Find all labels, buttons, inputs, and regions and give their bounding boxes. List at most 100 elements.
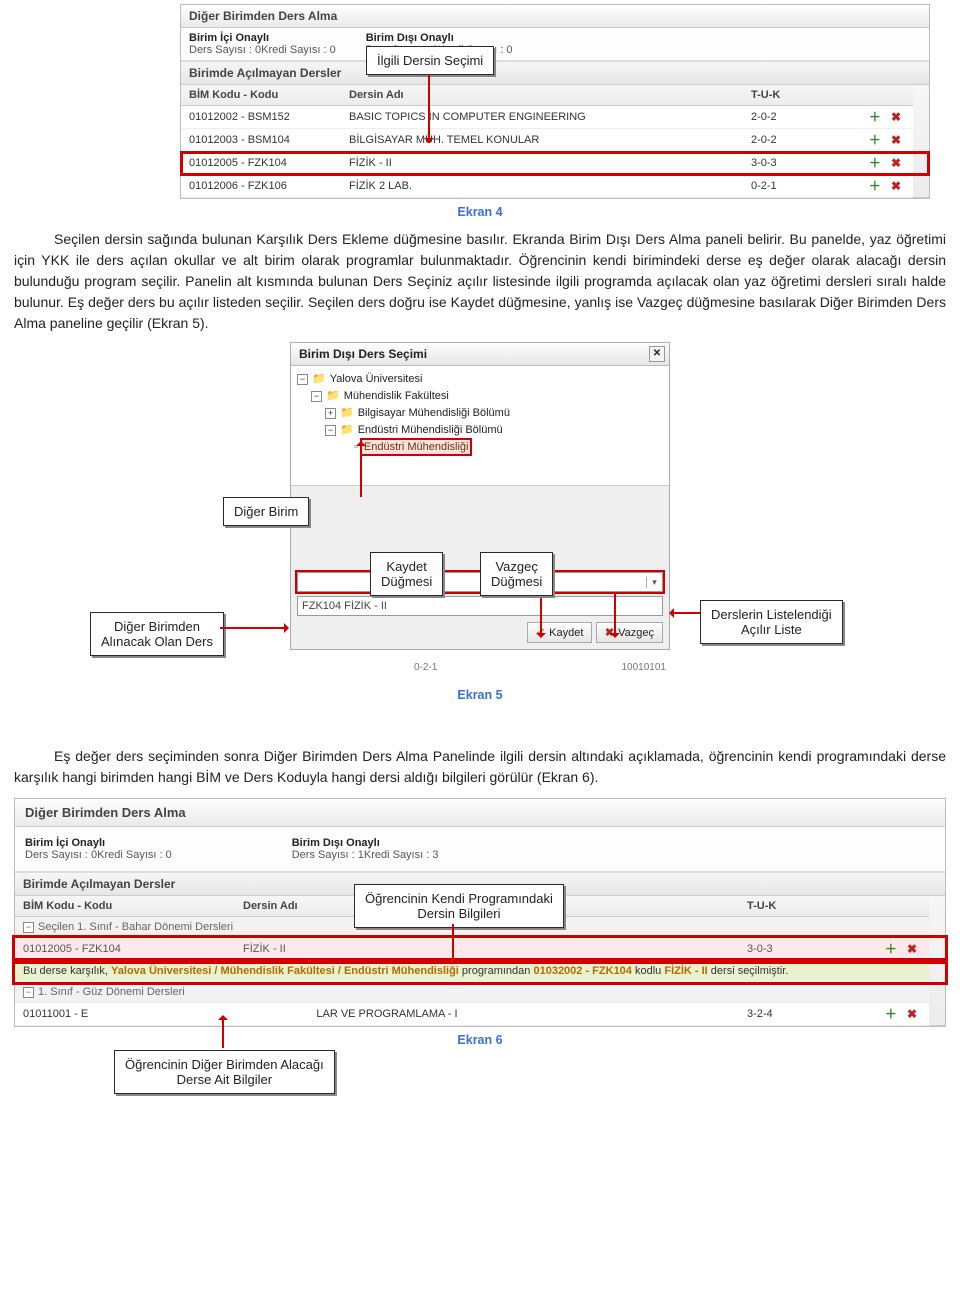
add-icon[interactable]: ＋ [868, 133, 882, 147]
callout-vazgec: Vazgeç Düğmesi [480, 552, 553, 596]
info-course: FİZİK - II [664, 965, 707, 977]
approval-bar: Birim İçi Onaylı Ders Sayısı : 0Kredi Sa… [15, 827, 945, 872]
tree-collapse-icon[interactable]: − [311, 391, 322, 402]
caption-ekran5: Ekran 5 [0, 688, 960, 702]
in-approval-detail: Ders Sayısı : 0Kredi Sayısı : 0 [189, 44, 336, 56]
callout-diger-birimden-ders: Diğer Birimden Alınacak Olan Ders [90, 612, 224, 656]
paragraph-2: Eş değer ders seçiminden sonra Diğer Bir… [14, 746, 946, 788]
cell-code: 01012006 - FZK106 [181, 175, 341, 198]
delete-icon[interactable]: ✖ [889, 156, 903, 170]
cell-code: 01012005 - FZK104 [15, 938, 235, 961]
course-table: BİM Kodu - Kodu Dersin Adı T-U-K 0101200… [181, 85, 929, 198]
chevron-down-icon[interactable]: ▾ [646, 577, 662, 588]
add-icon[interactable]: ＋ [884, 1007, 898, 1021]
table-row[interactable]: 01012002 - BSM152 BASIC TOPICS İN COMPUT… [181, 106, 929, 129]
add-icon[interactable]: ＋ [868, 110, 882, 124]
add-icon[interactable]: ＋ [868, 156, 882, 170]
add-icon[interactable]: ＋ [868, 179, 882, 193]
cell-name: LAR VE PROGRAMLAMA - I [316, 1008, 457, 1020]
cancel-label: Vazgeç [618, 627, 654, 639]
course-combo-value[interactable]: ▾ [297, 596, 663, 616]
table-header-row: BİM Kodu - Kodu Dersin Adı T-U-K [181, 85, 929, 106]
tree-expand-icon[interactable]: + [325, 408, 336, 419]
in-approval-label: Birim İçi Onaylı [189, 32, 269, 44]
cancel-button[interactable]: ✖Vazgeç [596, 622, 663, 643]
col-name: Dersin Adı [341, 85, 743, 106]
group-row[interactable]: −1. Sınıf - Güz Dönemi Dersleri [15, 982, 945, 1003]
combo-input-value[interactable] [298, 598, 646, 614]
table-row[interactable]: 01012006 - FZK106 FİZİK 2 LAB. 0-2-1 ＋ ✖ [181, 175, 929, 198]
cell-tuk: 2-0-2 [743, 106, 853, 129]
folder-icon: 📁 [326, 390, 340, 402]
dialog-title: Birim Dışı Ders Seçimi ✕ [291, 343, 669, 366]
dialog-birim-disi: Birim Dışı Ders Seçimi ✕ −📁Yalova Üniver… [290, 342, 670, 650]
cell-name: FİZİK 2 LAB. [341, 175, 743, 198]
delete-icon[interactable]: ✖ [889, 133, 903, 147]
tree-collapse-icon[interactable]: − [325, 425, 336, 436]
cell-name: BASIC TOPICS İN COMPUTER ENGINEERING [341, 106, 743, 129]
col-tuk: T-U-K [739, 896, 869, 917]
cell-code: 01012003 - BSM104 [181, 129, 341, 152]
cell-tuk: 3-0-3 [743, 152, 853, 175]
panel-title: Diğer Birimden Ders Alma [15, 799, 945, 827]
info-unit: Yalova Üniversitesi / Mühendislik Fakült… [111, 965, 459, 977]
cell-name: FİZİK - II [341, 152, 743, 175]
panel-title: Diğer Birimden Ders Alma [181, 5, 929, 28]
cell-tuk: 2-0-2 [743, 129, 853, 152]
col-code: BİM Kodu - Kodu [15, 896, 235, 917]
cell-tuk: 0-2-1 [743, 175, 853, 198]
delete-icon[interactable]: ✖ [889, 110, 903, 124]
tree-collapse-icon[interactable]: − [23, 922, 34, 933]
cell-code: 01011001 - E [15, 1003, 235, 1026]
cell-name: BİLGİSAYAR MÜH. TEMEL KONULAR [341, 129, 743, 152]
info-text: Bu derse karşılık, [23, 965, 111, 977]
group-label: 1. Sınıf - Güz Dönemi Dersleri [38, 986, 185, 998]
info-text: dersi seçilmiştir. [708, 965, 789, 977]
close-icon[interactable]: ✕ [649, 346, 665, 362]
combo-input[interactable] [298, 574, 646, 590]
table-row[interactable]: 01012003 - BSM104 BİLGİSAYAR MÜH. TEMEL … [181, 129, 929, 152]
info-text: programından [459, 965, 534, 977]
paragraph-1: Seçilen dersin sağında bulunan Karşılık … [14, 229, 946, 334]
callout-kendi-program: Öğrencinin Kendi Programındaki Dersin Bi… [354, 884, 564, 928]
add-icon[interactable]: ＋ [884, 942, 898, 956]
tree-node-selected[interactable]: Endüstri Mühendisliği [362, 440, 471, 454]
col-tuk: T-U-K [743, 85, 853, 106]
info-row: Bu derse karşılık, Yalova Üniversitesi /… [15, 961, 945, 982]
cell-tuk: 3-0-3 [739, 938, 869, 961]
cell-tuk: 3-2-4 [739, 1003, 869, 1026]
info-code: 01032002 - FZK104 [533, 965, 631, 977]
callout-listeleme: Derslerin Listelendiği Açılır Liste [700, 600, 843, 644]
table-row-selected[interactable]: 01012005 - FZK104 FİZİK - II 3-0-3 ＋ ✖ [15, 938, 945, 961]
out-approval-detail: Ders Sayısı : 1Kredi Sayısı : 3 [292, 849, 439, 861]
cell-name: FİZİK - II [235, 938, 739, 961]
delete-icon[interactable]: ✖ [905, 942, 919, 956]
tree-node[interactable]: Bilgisayar Mühendisliği Bölümü [358, 407, 510, 419]
tree-collapse-icon[interactable]: − [297, 374, 308, 385]
callout-ilgili-ders: İlgili Dersin Seçimi [366, 46, 494, 75]
info-text: kodlu [632, 965, 664, 977]
cell-code: 01012002 - BSM152 [181, 106, 341, 129]
caption-ekran6: Ekran 6 [0, 1033, 960, 1047]
folder-icon: 📁 [340, 407, 354, 419]
delete-icon[interactable]: ✖ [889, 179, 903, 193]
approval-bar: Birim İçi Onaylı Ders Sayısı : 0Kredi Sa… [181, 28, 929, 61]
tree-node[interactable]: Endüstri Mühendisliği Bölümü [358, 424, 503, 436]
out-approval-label: Birim Dışı Onaylı [292, 837, 380, 849]
panel-ekran4: Diğer Birimden Ders Alma Birim İçi Onayl… [180, 4, 930, 199]
out-approval-label: Birim Dışı Onaylı [366, 32, 454, 44]
tree-node[interactable]: Mühendislik Fakültesi [344, 390, 449, 402]
below-left: 0-2-1 [414, 662, 437, 673]
folder-icon: 📁 [340, 424, 354, 436]
table-row-selected[interactable]: 01012005 - FZK104 FİZİK - II 3-0-3 ＋ ✖ [181, 152, 929, 175]
tree-collapse-icon[interactable]: − [23, 987, 34, 998]
tree-node[interactable]: Yalova Üniversitesi [330, 373, 423, 385]
unit-tree[interactable]: −📁Yalova Üniversitesi −📁Mühendislik Fakü… [291, 366, 669, 460]
save-label: Kaydet [549, 627, 583, 639]
table-row[interactable]: 01011001 - E XXXXXXXXXXLAR VE PROGRAMLAM… [15, 1003, 945, 1026]
section-bar: Birimde Açılmayan Dersler [181, 61, 929, 85]
delete-icon[interactable]: ✖ [905, 1007, 919, 1021]
col-code: BİM Kodu - Kodu [181, 85, 341, 106]
callout-diger-birim: Diğer Birim [223, 497, 309, 526]
in-approval-detail: Ders Sayısı : 0Kredi Sayısı : 0 [25, 849, 172, 861]
